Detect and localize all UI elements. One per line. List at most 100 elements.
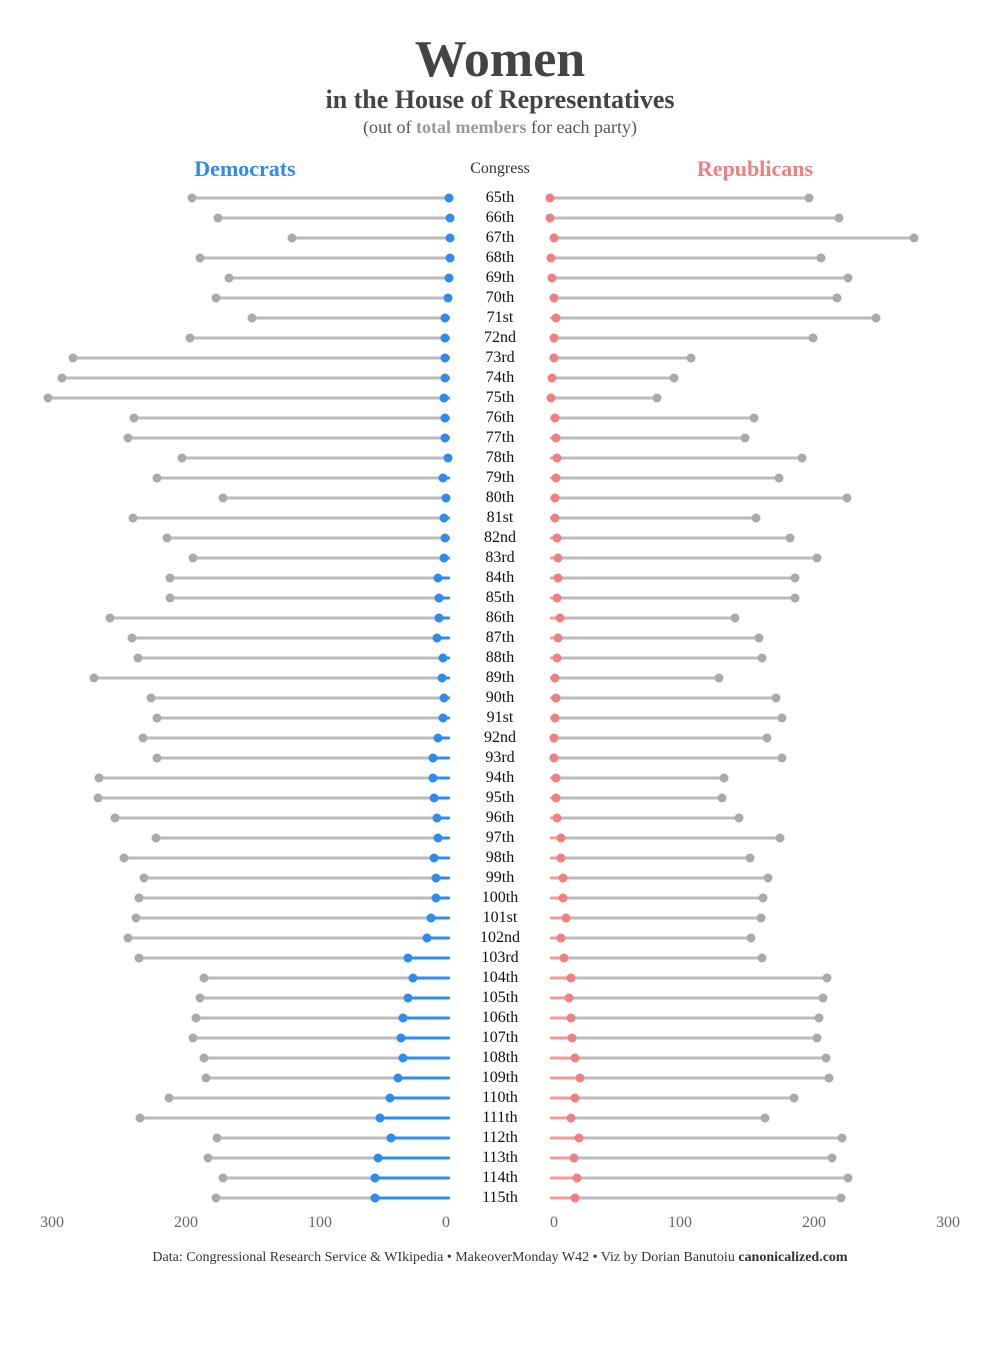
congress-label: 77th — [450, 429, 550, 447]
chart-row: 108th — [40, 1048, 960, 1068]
dem-side — [40, 628, 450, 648]
rep-side — [550, 448, 960, 468]
chart-row: 71st — [40, 308, 960, 328]
congress-label: 115th — [450, 1189, 550, 1207]
dem-side — [40, 248, 450, 268]
dem-side — [40, 1068, 450, 1088]
congress-label: 87th — [450, 629, 550, 647]
rep-side — [550, 888, 960, 908]
dem-side — [40, 1028, 450, 1048]
dem-side — [40, 648, 450, 668]
congress-label: 89th — [450, 669, 550, 687]
chart-row: 98th — [40, 848, 960, 868]
congress-label: 85th — [450, 589, 550, 607]
chart-row: 66th — [40, 208, 960, 228]
rep-side — [550, 288, 960, 308]
rep-side — [550, 868, 960, 888]
rep-side — [550, 1028, 960, 1048]
chart-row: 82nd — [40, 528, 960, 548]
chart-row: 96th — [40, 808, 960, 828]
dem-side — [40, 588, 450, 608]
label-republicans: Republicans — [550, 156, 960, 182]
dem-side — [40, 788, 450, 808]
dem-side — [40, 1088, 450, 1108]
dem-side — [40, 928, 450, 948]
axis-tick: 100 — [308, 1214, 332, 1232]
axis-left: 3002001000 — [40, 1214, 450, 1232]
chart-row: 79th — [40, 468, 960, 488]
chart-row: 97th — [40, 828, 960, 848]
chart-row: 86th — [40, 608, 960, 628]
axis-tick: 0 — [550, 1214, 558, 1232]
chart-title: Women — [40, 30, 960, 89]
chart-row: 68th — [40, 248, 960, 268]
congress-label: 78th — [450, 449, 550, 467]
dem-side — [40, 968, 450, 988]
rep-side — [550, 508, 960, 528]
congress-label: 111th — [450, 1109, 550, 1127]
chart-row: 107th — [40, 1028, 960, 1048]
dem-side — [40, 268, 450, 288]
congress-label: 69th — [450, 269, 550, 287]
dem-side — [40, 1188, 450, 1208]
dem-side — [40, 1148, 450, 1168]
congress-label: 105th — [450, 989, 550, 1007]
rep-side — [550, 1068, 960, 1088]
dem-side — [40, 748, 450, 768]
congress-label: 76th — [450, 409, 550, 427]
chart-row: 85th — [40, 588, 960, 608]
congress-label: 92nd — [450, 729, 550, 747]
congress-label: 86th — [450, 609, 550, 627]
chart-row: 105th — [40, 988, 960, 1008]
rep-side — [550, 748, 960, 768]
chart-row: 112th — [40, 1128, 960, 1148]
congress-label: 74th — [450, 369, 550, 387]
congress-label: 95th — [450, 789, 550, 807]
rep-side — [550, 588, 960, 608]
chart-row: 73rd — [40, 348, 960, 368]
axis-tick: 100 — [668, 1214, 692, 1232]
chart-row: 87th — [40, 628, 960, 648]
chart-row: 104th — [40, 968, 960, 988]
rep-side — [550, 848, 960, 868]
rep-side — [550, 808, 960, 828]
congress-label: 88th — [450, 649, 550, 667]
rep-side — [550, 948, 960, 968]
rep-side — [550, 368, 960, 388]
dem-side — [40, 288, 450, 308]
chart-row: 99th — [40, 868, 960, 888]
rep-side — [550, 768, 960, 788]
chart-header: Women in the House of Representatives (o… — [40, 30, 960, 138]
chart-row: 76th — [40, 408, 960, 428]
rep-side — [550, 428, 960, 448]
chart-row: 78th — [40, 448, 960, 468]
rep-side — [550, 908, 960, 928]
congress-label: 93rd — [450, 749, 550, 767]
rep-side — [550, 328, 960, 348]
rep-side — [550, 648, 960, 668]
rep-side — [550, 1008, 960, 1028]
party-labels: Democrats Congress Republicans — [40, 156, 960, 182]
congress-label: 113th — [450, 1149, 550, 1167]
dem-side — [40, 428, 450, 448]
dem-side — [40, 1168, 450, 1188]
rep-side — [550, 708, 960, 728]
congress-label: 109th — [450, 1069, 550, 1087]
chart-row: 74th — [40, 368, 960, 388]
dem-side — [40, 328, 450, 348]
chart-subnote: (out of total members for each party) — [40, 117, 960, 138]
congress-label: 100th — [450, 889, 550, 907]
chart-row: 67th — [40, 228, 960, 248]
dem-side — [40, 868, 450, 888]
chart-row: 81st — [40, 508, 960, 528]
chart-body: 65th66th67th68th69th70th71st72nd73rd74th… — [40, 188, 960, 1208]
chart-row: 89th — [40, 668, 960, 688]
rep-side — [550, 208, 960, 228]
dem-side — [40, 408, 450, 428]
chart-row: 113th — [40, 1148, 960, 1168]
chart-row: 109th — [40, 1068, 960, 1088]
dem-side — [40, 368, 450, 388]
dem-side — [40, 388, 450, 408]
rep-side — [550, 1108, 960, 1128]
rep-side — [550, 1128, 960, 1148]
